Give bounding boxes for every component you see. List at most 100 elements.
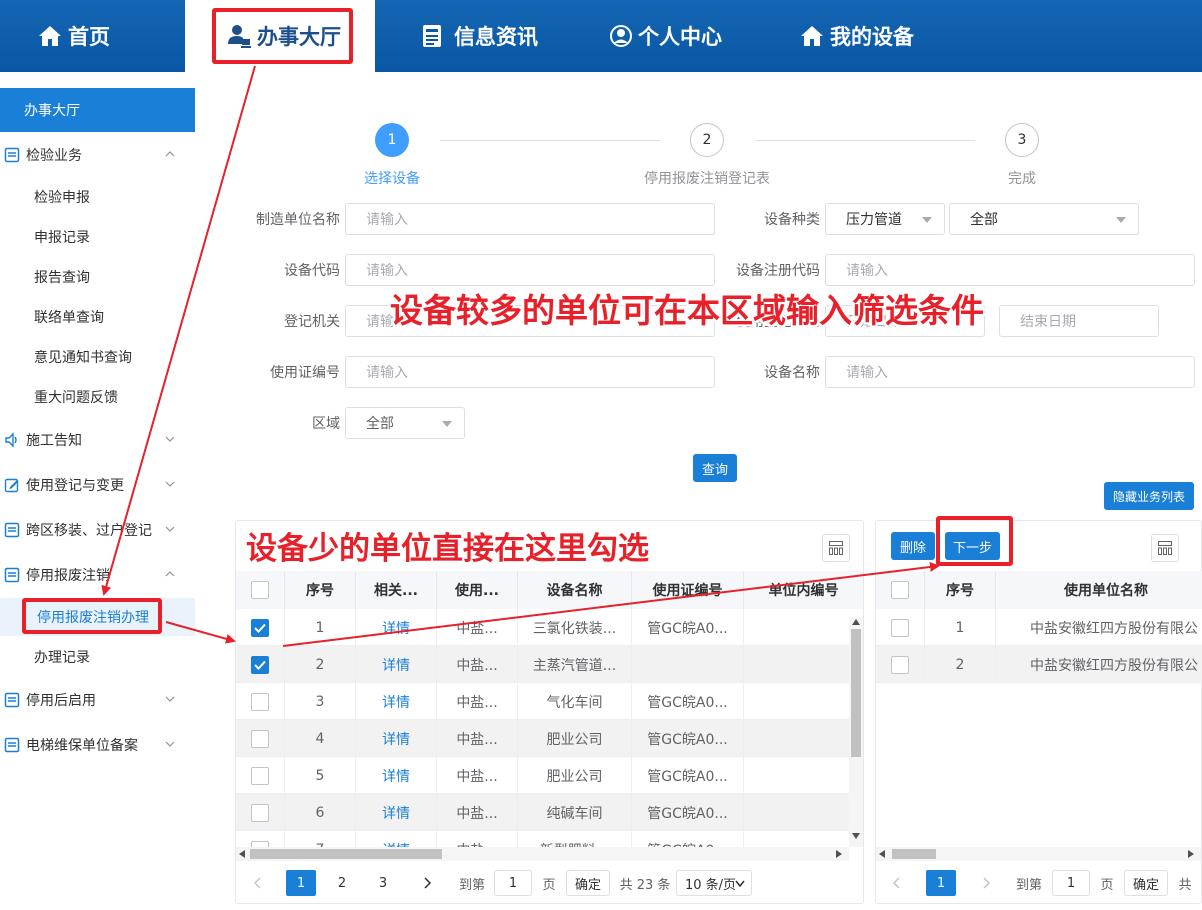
- inner-code-cell: [744, 794, 863, 831]
- sidebar-group-elevator-maintenance[interactable]: 电梯维保单位备案: [0, 733, 195, 757]
- next-page-button[interactable]: [977, 870, 997, 896]
- device-name-cell: 肥业公司: [518, 757, 632, 794]
- inner-code-cell: [744, 683, 863, 720]
- row-checkbox-cell[interactable]: [236, 646, 285, 683]
- cert-input[interactable]: 请输入: [345, 356, 715, 388]
- reg-code-input[interactable]: 请输入: [825, 254, 1195, 286]
- sidebar-group-reactivation[interactable]: 停用后启用: [0, 688, 195, 712]
- sidebar-group-inspection[interactable]: 检验业务: [0, 143, 195, 167]
- unit-cell: 中盐...: [437, 831, 518, 847]
- horizontal-scrollbar[interactable]: [236, 847, 849, 861]
- page-size-select[interactable]: 10 条/页: [676, 870, 752, 896]
- page-2-button[interactable]: 2: [329, 870, 355, 896]
- details-link[interactable]: 详情: [356, 757, 437, 794]
- scrollbar-thumb[interactable]: [250, 849, 442, 859]
- row-checkbox[interactable]: [251, 766, 269, 785]
- total-count: 共 23 条: [619, 877, 671, 893]
- goto-confirm-button[interactable]: 确定: [566, 870, 610, 896]
- sidebar-group-registration[interactable]: 使用登记与变更: [0, 473, 195, 497]
- row-checkbox[interactable]: [251, 655, 269, 674]
- table-row: 2 详情 中盐... 主蒸汽管道...: [236, 646, 863, 683]
- details-link[interactable]: 详情: [356, 683, 437, 720]
- row-checkbox[interactable]: [251, 618, 269, 637]
- details-link[interactable]: 详情: [356, 831, 437, 847]
- row-checkbox[interactable]: [891, 618, 909, 637]
- speaker-icon: [4, 432, 20, 448]
- goto-label: 到第: [458, 877, 485, 893]
- details-link[interactable]: 详情: [356, 609, 437, 646]
- chevron-up-icon: [165, 571, 175, 577]
- device-subtype-value: 全部: [970, 212, 998, 228]
- row-checkbox-cell[interactable]: [236, 831, 285, 847]
- row-number: 2: [925, 646, 996, 683]
- goto-page-input[interactable]: 1: [1052, 870, 1090, 896]
- sidebar-item-contact-query[interactable]: 联络单查询: [34, 305, 104, 329]
- details-link[interactable]: 详情: [356, 794, 437, 831]
- cert-number-cell: 管GC皖A0...: [632, 757, 744, 794]
- row-checkbox[interactable]: [251, 803, 269, 822]
- table-header: 使用单位名称: [996, 571, 1202, 609]
- table-header-checkbox[interactable]: [236, 571, 285, 609]
- step-connector: [755, 140, 975, 141]
- scrollbar-thumb[interactable]: [851, 629, 861, 757]
- device-subtype-select[interactable]: 全部: [949, 203, 1139, 235]
- table-header-checkbox[interactable]: [876, 571, 925, 609]
- prev-page-button[interactable]: [886, 870, 906, 896]
- page-1-button[interactable]: 1: [286, 870, 316, 896]
- row-number: 7: [285, 831, 356, 847]
- reg-time-end-input[interactable]: 结束日期: [999, 305, 1159, 337]
- vertical-scrollbar[interactable]: [849, 617, 863, 847]
- horizontal-scrollbar[interactable]: [876, 847, 1201, 861]
- details-link[interactable]: 详情: [356, 646, 437, 683]
- row-checkbox[interactable]: [251, 692, 269, 711]
- query-button[interactable]: 查询: [693, 454, 737, 482]
- page-3-button[interactable]: 3: [370, 870, 396, 896]
- delete-button[interactable]: 删除: [891, 532, 935, 560]
- device-name-cell: 主蒸汽管道...: [518, 646, 632, 683]
- row-checkbox-cell[interactable]: [236, 794, 285, 831]
- nav-home[interactable]: 首页: [38, 0, 110, 72]
- nav-news[interactable]: 信息资讯: [422, 0, 538, 72]
- column-settings-button[interactable]: [1151, 534, 1179, 562]
- scrollbar-thumb[interactable]: [892, 849, 936, 859]
- area-select[interactable]: 全部: [345, 407, 465, 439]
- maker-input[interactable]: 请输入: [345, 203, 715, 235]
- hide-business-list-button[interactable]: 隐藏业务列表: [1104, 482, 1194, 510]
- details-link[interactable]: 详情: [356, 720, 437, 757]
- row-checkbox-cell[interactable]: [876, 609, 925, 646]
- sidebar-group-transfer[interactable]: 跨区移装、过户登记: [0, 518, 195, 542]
- chevron-right-icon: [983, 877, 991, 889]
- row-checkbox-cell[interactable]: [876, 646, 925, 683]
- device-type-select[interactable]: 压力管道: [825, 203, 945, 235]
- goto-page-input[interactable]: 1: [494, 870, 532, 896]
- next-page-button[interactable]: [418, 870, 438, 896]
- device-code-input[interactable]: 请输入: [345, 254, 715, 286]
- page-1-button[interactable]: 1: [926, 870, 956, 896]
- chevron-left-icon: [892, 877, 900, 889]
- row-checkbox[interactable]: [251, 729, 269, 748]
- device-name-input[interactable]: 请输入: [825, 356, 1195, 388]
- select-all-checkbox[interactable]: [251, 581, 269, 599]
- prev-page-button[interactable]: [247, 870, 267, 896]
- row-checkbox-cell[interactable]: [236, 757, 285, 794]
- edit-icon: [4, 477, 20, 493]
- row-checkbox-cell[interactable]: [236, 609, 285, 646]
- sidebar-item-process-records[interactable]: 办理记录: [34, 645, 90, 669]
- row-checkbox-cell[interactable]: [236, 683, 285, 720]
- row-checkbox-cell[interactable]: [236, 720, 285, 757]
- row-checkbox[interactable]: [891, 655, 909, 674]
- sidebar-item-notice-query[interactable]: 意见通知书查询: [34, 345, 132, 369]
- sidebar-group-construction[interactable]: 施工告知: [0, 428, 195, 452]
- sidebar-item-apply-records[interactable]: 申报记录: [34, 225, 90, 249]
- sidebar-item-report-query[interactable]: 报告查询: [34, 265, 90, 289]
- goto-confirm-button[interactable]: 确定: [1124, 870, 1168, 896]
- sidebar-item-issue-feedback[interactable]: 重大问题反馈: [34, 385, 118, 409]
- sidebar-group-deactivation[interactable]: 停用报废注销: [0, 563, 195, 587]
- column-settings-button[interactable]: [822, 534, 850, 562]
- select-all-checkbox[interactable]: [891, 581, 909, 599]
- annotation-filter-hint: 设备较多的单位可在本区域输入筛选条件: [390, 291, 984, 330]
- sidebar-item-inspection-apply[interactable]: 检验申报: [34, 185, 90, 209]
- nav-my-devices[interactable]: 我的设备: [800, 0, 914, 72]
- step-1-label: 选择设备: [364, 171, 420, 187]
- nav-personal-center[interactable]: 个人中心: [610, 0, 722, 72]
